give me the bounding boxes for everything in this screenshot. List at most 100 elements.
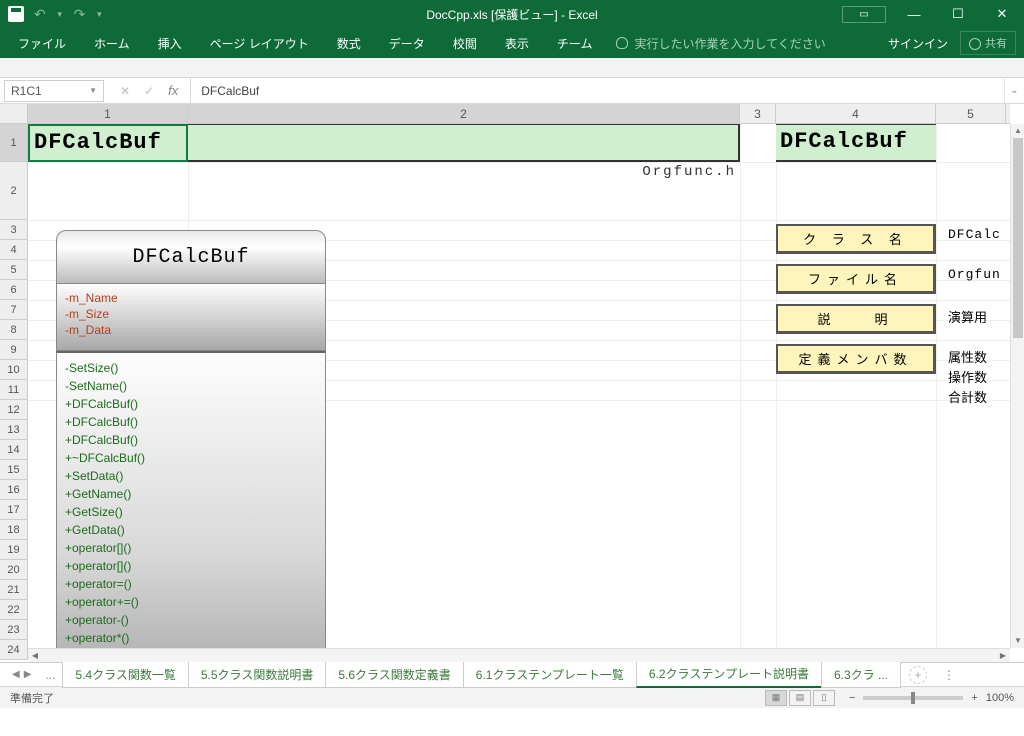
row-header[interactable]: 3 bbox=[0, 220, 28, 240]
select-all-corner[interactable] bbox=[0, 104, 28, 123]
add-sheet-button[interactable]: + bbox=[909, 666, 927, 684]
value-file-name[interactable]: Orgfun bbox=[948, 267, 1001, 282]
sheet-nav-first-icon[interactable]: ◀ bbox=[12, 669, 20, 680]
row-header[interactable]: 21 bbox=[0, 580, 28, 600]
value-class-name[interactable]: DFCalc bbox=[948, 227, 1001, 242]
row-header[interactable]: 6 bbox=[0, 280, 28, 300]
label-class-name[interactable]: ク ラ ス 名 bbox=[776, 224, 936, 254]
row-header[interactable]: 5 bbox=[0, 260, 28, 280]
name-box[interactable]: R1C1 ▼ bbox=[4, 80, 104, 102]
enter-icon[interactable]: ✓ bbox=[144, 84, 154, 98]
zoom-in-button[interactable]: + bbox=[971, 692, 977, 704]
cancel-icon[interactable]: ✕ bbox=[120, 84, 130, 98]
row-header[interactable]: 13 bbox=[0, 420, 28, 440]
row-header[interactable]: 2 bbox=[0, 162, 28, 220]
view-page-break-icon[interactable]: ▯ bbox=[813, 690, 835, 706]
row-header[interactable]: 19 bbox=[0, 540, 28, 560]
vertical-scrollbar[interactable]: ▲ ▼ bbox=[1010, 124, 1024, 648]
row-header[interactable]: 11 bbox=[0, 380, 28, 400]
fx-icon[interactable]: fx bbox=[168, 83, 178, 98]
cell-header-file[interactable]: Orgfunc.h bbox=[642, 164, 736, 180]
zoom-out-button[interactable]: − bbox=[849, 692, 855, 704]
tab-view[interactable]: 表示 bbox=[491, 28, 543, 58]
name-box-dropdown-icon[interactable]: ▼ bbox=[89, 86, 97, 95]
view-page-layout-icon[interactable]: ▤ bbox=[789, 690, 811, 706]
row-header[interactable]: 1 bbox=[0, 124, 28, 162]
row-header[interactable]: 14 bbox=[0, 440, 28, 460]
label-description[interactable]: 説 明 bbox=[776, 304, 936, 334]
value-description[interactable]: 演算用 bbox=[948, 307, 987, 326]
sheet-tabs-ellipsis-left[interactable]: ... bbox=[37, 664, 63, 686]
row-header[interactable]: 8 bbox=[0, 320, 28, 340]
value-total-count[interactable]: 合計数 bbox=[948, 387, 987, 406]
formula-expand-icon[interactable]: ⌄ bbox=[1004, 78, 1024, 103]
tab-review[interactable]: 校閲 bbox=[439, 28, 491, 58]
minimize-button[interactable]: — bbox=[892, 7, 936, 22]
vertical-scroll-thumb[interactable] bbox=[1013, 138, 1023, 338]
value-op-count[interactable]: 操作数 bbox=[948, 367, 987, 386]
tab-formulas[interactable]: 数式 bbox=[323, 28, 375, 58]
tab-team[interactable]: チーム bbox=[543, 28, 607, 58]
column-header[interactable]: 2 bbox=[188, 104, 740, 123]
undo-icon[interactable]: ↶ bbox=[34, 6, 46, 23]
share-button[interactable]: 共有 bbox=[960, 31, 1016, 55]
redo-icon[interactable]: ↷ bbox=[74, 6, 86, 23]
sheet-tab[interactable]: 6.3クラ ... bbox=[821, 662, 901, 688]
row-header[interactable]: 15 bbox=[0, 460, 28, 480]
sheet-tab-active[interactable]: 6.2クラステンプレート説明書 bbox=[636, 661, 822, 688]
tab-data[interactable]: データ bbox=[375, 28, 439, 58]
sheet-tab[interactable]: 5.4クラス関数一覧 bbox=[62, 662, 188, 688]
column-header[interactable]: 4 bbox=[776, 104, 936, 123]
row-header[interactable]: 16 bbox=[0, 480, 28, 500]
cell-r1c5[interactable]: DFCalcBuf bbox=[776, 124, 936, 162]
zoom-slider[interactable] bbox=[863, 696, 963, 700]
cell-r1c1[interactable]: DFCalcBuf bbox=[28, 124, 188, 162]
save-icon[interactable] bbox=[8, 6, 24, 22]
ribbon-display-options-icon[interactable]: ▭ bbox=[842, 6, 886, 23]
spreadsheet-grid[interactable]: 1 2 3 4 5 1 2 3 4 5 6 7 8 9 10 11 12 13 … bbox=[0, 104, 1024, 662]
sheet-nav-last-icon[interactable]: ▶ bbox=[24, 669, 32, 680]
scroll-down-icon[interactable]: ▼ bbox=[1011, 634, 1024, 648]
cell-area[interactable]: DFCalcBuf DFCalcBuf Orgfunc.h DFCalcBuf … bbox=[28, 124, 1010, 648]
qat-customize-icon[interactable]: ▼ bbox=[95, 10, 103, 19]
zoom-level[interactable]: 100% bbox=[986, 692, 1014, 704]
row-header[interactable]: 10 bbox=[0, 360, 28, 380]
scroll-up-icon[interactable]: ▲ bbox=[1011, 124, 1024, 138]
sign-in-link[interactable]: サインイン bbox=[888, 35, 948, 52]
row-header[interactable]: 9 bbox=[0, 340, 28, 360]
column-header[interactable]: 3 bbox=[740, 104, 776, 123]
horizontal-scrollbar[interactable]: ◀ ▶ bbox=[28, 648, 1010, 662]
formula-input[interactable]: DFCalcBuf bbox=[191, 84, 1004, 98]
sheet-tab[interactable]: 6.1クラステンプレート一覧 bbox=[463, 662, 637, 688]
sheet-tabs-options-icon[interactable]: ⋮ bbox=[935, 668, 965, 682]
value-attr-count[interactable]: 属性数 bbox=[948, 347, 987, 366]
column-header[interactable]: 5 bbox=[936, 104, 1006, 123]
sheet-tab[interactable]: 5.6クラス関数定義書 bbox=[325, 662, 463, 688]
scroll-left-icon[interactable]: ◀ bbox=[28, 649, 42, 663]
tab-home[interactable]: ホーム bbox=[80, 28, 144, 58]
row-header[interactable]: 18 bbox=[0, 520, 28, 540]
row-header[interactable]: 17 bbox=[0, 500, 28, 520]
close-button[interactable]: ✕ bbox=[980, 6, 1024, 22]
row-header[interactable]: 7 bbox=[0, 300, 28, 320]
tab-insert[interactable]: 挿入 bbox=[144, 28, 196, 58]
label-member-count[interactable]: 定義メンバ数 bbox=[776, 344, 936, 374]
undo-dropdown-icon[interactable]: ▼ bbox=[56, 10, 64, 19]
row-header[interactable]: 12 bbox=[0, 400, 28, 420]
row-header[interactable]: 4 bbox=[0, 240, 28, 260]
column-header[interactable]: 1 bbox=[28, 104, 188, 123]
scroll-right-icon[interactable]: ▶ bbox=[996, 649, 1010, 663]
row-header[interactable]: 24 bbox=[0, 640, 28, 660]
uml-class-diagram[interactable]: DFCalcBuf -m_Name -m_Size -m_Data -SetSi… bbox=[56, 230, 326, 648]
row-header[interactable]: 22 bbox=[0, 600, 28, 620]
row-header[interactable]: 23 bbox=[0, 620, 28, 640]
view-normal-icon[interactable]: ▦ bbox=[765, 690, 787, 706]
tell-me-search[interactable]: 実行したい作業を入力してください bbox=[606, 35, 825, 52]
label-file-name[interactable]: ファイル名 bbox=[776, 264, 936, 294]
tab-page-layout[interactable]: ページ レイアウト bbox=[196, 28, 323, 58]
cell-r1c2[interactable] bbox=[188, 124, 740, 162]
tab-file[interactable]: ファイル bbox=[4, 28, 80, 58]
row-header[interactable]: 20 bbox=[0, 560, 28, 580]
sheet-tab[interactable]: 5.5クラス関数説明書 bbox=[188, 662, 326, 688]
maximize-button[interactable]: ☐ bbox=[936, 6, 980, 22]
